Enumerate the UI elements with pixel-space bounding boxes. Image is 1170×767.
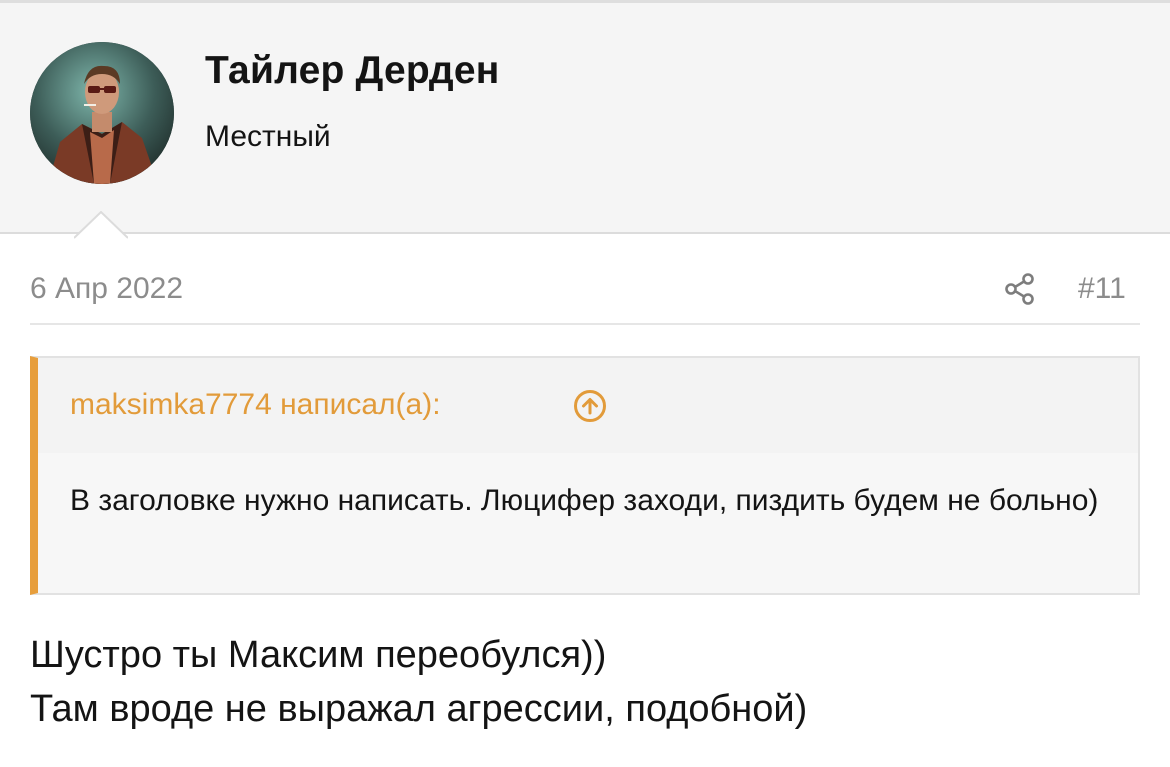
avatar-image [30, 42, 174, 184]
post-line: Там вроде не выражал агрессии, подобной) [30, 688, 808, 730]
arrow-up-circle-icon[interactable] [573, 389, 607, 423]
forum-post: Тайлер Дерден Местный 6 Апр 2022 #11 mak… [0, 0, 1170, 767]
avatar[interactable] [30, 42, 174, 184]
quote-block: maksimka7774 написал(а): В заголовке нуж… [30, 356, 1140, 595]
username[interactable]: Тайлер Дерден [205, 49, 500, 93]
user-header: Тайлер Дерден Местный [0, 0, 1170, 239]
post-body: Шустро ты Максим переобулся)) Там вроде … [30, 628, 1140, 736]
quote-header: maksimka7774 написал(а): [38, 358, 1138, 453]
post-line: Шустро ты Максим переобулся)) [30, 634, 607, 676]
header-pointer-arrow [74, 211, 128, 239]
quote-author-link[interactable]: maksimka7774 написал(а): [70, 388, 441, 422]
post-permalink[interactable]: #11 [1078, 272, 1126, 306]
share-icon[interactable] [1003, 272, 1037, 306]
user-title: Местный [205, 120, 331, 153]
quote-text: В заголовке нужно написать. Люцифер захо… [70, 484, 1099, 517]
divider [30, 323, 1140, 325]
post-date[interactable]: 6 Апр 2022 [30, 272, 183, 306]
